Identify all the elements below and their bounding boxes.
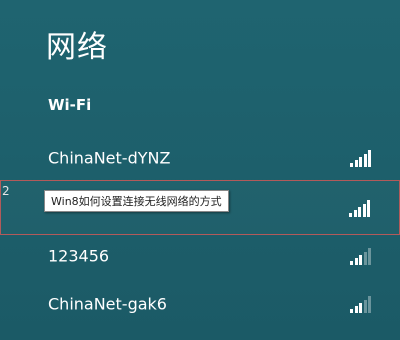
signal-bar — [368, 150, 371, 167]
network-name: ChinaNet-dYNZ — [48, 148, 171, 168]
wifi-signal-icon — [350, 295, 372, 313]
signal-bar — [354, 258, 358, 265]
signal-bar — [363, 252, 367, 265]
network-name: 123456 — [48, 246, 110, 266]
signal-bar — [354, 306, 358, 313]
signal-bar — [359, 157, 362, 167]
signal-bar — [350, 309, 353, 313]
signal-bar — [363, 154, 367, 167]
signal-bar — [358, 206, 361, 217]
signal-bar — [353, 209, 357, 217]
signal-bar — [368, 296, 371, 313]
side-marker: 2 — [2, 184, 10, 198]
network-name: ChinaNet-gak6 — [48, 294, 167, 314]
wifi-signal-icon — [350, 247, 372, 265]
signal-bar — [359, 303, 362, 313]
signal-bar — [368, 248, 371, 265]
signal-bar — [367, 199, 370, 217]
signal-bar — [354, 160, 358, 167]
signal-bar — [350, 261, 353, 265]
signal-bar — [359, 255, 362, 265]
network-item[interactable]: ChinaNet-dYNZ — [0, 134, 400, 182]
signal-bar — [362, 203, 366, 217]
signal-bar — [350, 163, 353, 167]
signal-bar — [363, 300, 367, 313]
network-item[interactable]: 123456 — [0, 232, 400, 280]
wifi-section-label: Wi-Fi — [48, 96, 92, 114]
panel-title: 网络 — [46, 30, 108, 65]
tooltip: Win8如何设置连接无线网络的方式 — [44, 190, 229, 212]
wifi-signal-icon — [349, 199, 371, 217]
network-item[interactable]: ChinaNet-gak6 — [0, 280, 400, 328]
signal-bar — [349, 212, 352, 217]
network-flyout: 网络 Wi-Fi ChinaNet-dYNZ 123456 ChinaNet-g… — [0, 0, 400, 340]
wifi-signal-icon — [350, 149, 372, 167]
